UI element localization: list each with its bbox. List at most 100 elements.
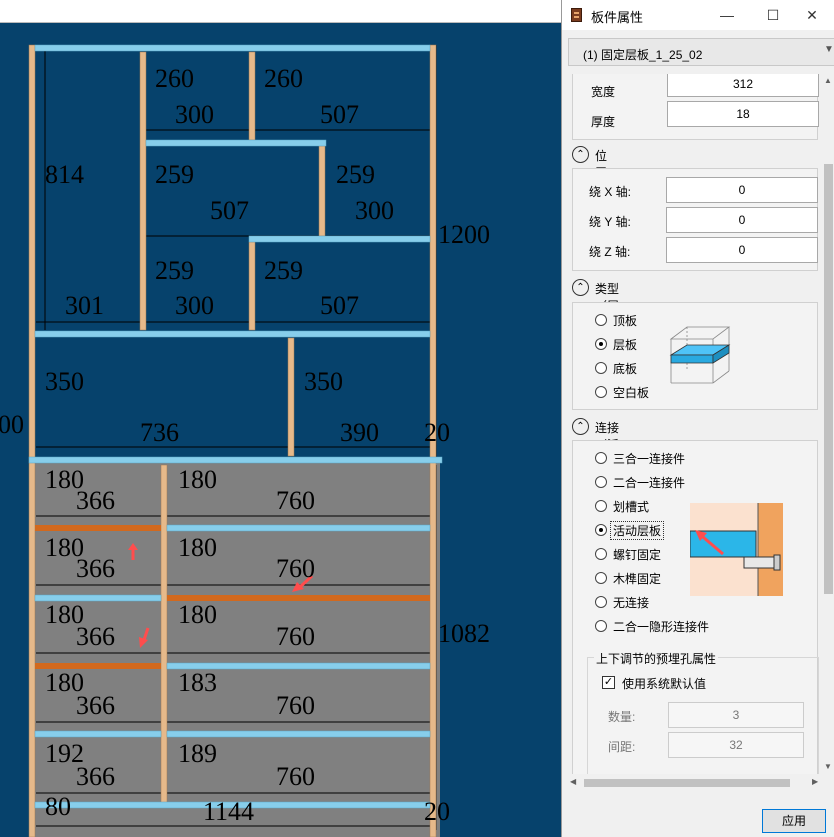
dim-text: 760: [276, 554, 315, 583]
red-arrow-icon: [142, 627, 150, 641]
middle-board[interactable]: [28, 456, 443, 464]
dim-text: 736: [140, 418, 179, 447]
board-selector-value: (1) 固定层板_1_25_02: [583, 48, 703, 62]
dialog-titlebar[interactable]: 板件属性 — ☐ ✕: [562, 0, 834, 30]
dim-text: 366: [76, 691, 115, 720]
vertical-divider[interactable]: [287, 337, 295, 457]
count-label: 数量:: [608, 710, 636, 724]
width-field[interactable]: 312: [667, 74, 819, 97]
dim-text: 260: [264, 64, 303, 93]
board-selector-dropdown[interactable]: (1) 固定层板_1_25_02 ▼: [568, 38, 834, 66]
dim-text: 300: [175, 291, 214, 320]
thickness-label: 厚度: [591, 115, 616, 129]
scroll-thumb[interactable]: [824, 164, 833, 594]
dim-text: 1144: [203, 797, 254, 826]
scroll-right-icon[interactable]: ▶: [812, 777, 818, 786]
red-arrow-icon: [128, 543, 138, 550]
dim-text: 760: [276, 622, 315, 651]
dim-text: 366: [76, 622, 115, 651]
holes-group: 上下调节的预埋孔属性 ✓ 使用系统默认值 数量: 3 间距: 32: [587, 650, 819, 774]
shelf-board[interactable]: [34, 730, 162, 738]
use-default-checkbox[interactable]: ✓: [602, 676, 615, 689]
movable-shelf-board[interactable]: [35, 525, 161, 531]
shelf-type-illustration: [669, 326, 731, 384]
holes-group-title: 上下调节的预埋孔属性: [594, 650, 719, 667]
rotate-z-field[interactable]: 0: [666, 237, 818, 263]
shelf-board[interactable]: [166, 730, 431, 738]
close-button[interactable]: ✕: [789, 0, 834, 30]
dim-text: 390: [340, 418, 379, 447]
dim-text: 760: [276, 486, 315, 515]
dim-text: 180: [178, 533, 217, 562]
shelf-board[interactable]: [34, 330, 431, 338]
radio-circle: [595, 476, 607, 488]
spacing-field[interactable]: 32: [668, 732, 804, 758]
collapse-icon[interactable]: ⌃: [572, 279, 589, 296]
radio-label: 无连接: [613, 596, 650, 610]
radio-circle: [595, 362, 607, 374]
dim-text: 259: [155, 256, 194, 285]
dim-text: 300: [355, 196, 394, 225]
scroll-up-icon[interactable]: ▲: [824, 76, 832, 85]
vertical-divider[interactable]: [318, 145, 326, 237]
dim-text: 20: [424, 797, 450, 826]
red-arrow-icon: [139, 637, 148, 648]
width-label: 宽度: [591, 85, 616, 99]
dim-text: 180: [178, 600, 217, 629]
vertical-divider[interactable]: [248, 51, 256, 141]
scroll-thumb[interactable]: [584, 779, 790, 787]
radio-label: 层板: [613, 338, 638, 352]
scroll-down-icon[interactable]: ▼: [824, 762, 832, 771]
dim-text: 1200: [438, 220, 490, 249]
vertical-divider[interactable]: [248, 241, 256, 331]
type-group: 顶板 层板 底板 空白板: [572, 302, 818, 410]
spacing-label: 间距:: [608, 740, 636, 754]
apply-button[interactable]: 应用: [762, 809, 826, 833]
rotate-z-label: 绕 Z 轴:: [589, 245, 631, 259]
radio-circle: [595, 620, 607, 632]
shelf-board[interactable]: [145, 139, 327, 147]
count-field[interactable]: 3: [668, 702, 804, 728]
shelf-board[interactable]: [166, 524, 431, 532]
dim-text: 189: [178, 739, 217, 768]
radio-label: 顶板: [613, 314, 638, 328]
radio-circle: [595, 596, 607, 608]
collapse-icon[interactable]: ⌃: [572, 418, 589, 435]
properties-scroll-area[interactable]: 宽度 312 厚度 18 ⌃ 位置信息 绕 X 轴: 0 绕 Y 轴: 0 绕 …: [568, 74, 822, 774]
horizontal-scrollbar[interactable]: ◀ ▶: [568, 776, 822, 789]
board-properties-dialog: 板件属性 — ☐ ✕ (1) 固定层板_1_25_02 ▼ 宽度 312 厚度 …: [561, 0, 834, 837]
scroll-left-icon[interactable]: ◀: [570, 777, 576, 786]
dim-text: 366: [76, 486, 115, 515]
radio-label: 空白板: [613, 386, 650, 400]
vertical-divider[interactable]: [160, 464, 168, 804]
collapse-icon[interactable]: ⌃: [572, 146, 589, 163]
rotate-y-field[interactable]: 0: [666, 207, 818, 233]
dim-text: 507: [320, 291, 359, 320]
radio-label: 底板: [613, 362, 638, 376]
minimize-button[interactable]: —: [704, 0, 750, 30]
radio-label: 木榫固定: [613, 572, 662, 586]
shelf-board[interactable]: [248, 235, 431, 243]
rotate-x-field[interactable]: 0: [666, 177, 818, 203]
size-group: 宽度 312 厚度 18: [572, 74, 819, 140]
cabinet-drawing[interactable]: 260 260 300 507 814 259 259 507 300 259 …: [0, 0, 561, 837]
dim-text: 507: [320, 100, 359, 129]
chevron-down-icon: ▼: [824, 44, 834, 55]
dim-text: 350: [304, 367, 343, 396]
left-side-board[interactable]: [28, 44, 36, 837]
vertical-scrollbar[interactable]: ▲ ▼: [822, 74, 834, 774]
dim-text: 1082: [438, 619, 490, 648]
dim-text: 814: [45, 160, 84, 189]
thickness-field[interactable]: 18: [667, 101, 819, 127]
cad-canvas[interactable]: 260 260 300 507 814 259 259 507 300 259 …: [0, 0, 561, 837]
dim-text: 366: [76, 762, 115, 791]
dim-text: 183: [178, 668, 217, 697]
radio-circle: [595, 572, 607, 584]
vertical-divider[interactable]: [139, 51, 147, 331]
use-default-label: 使用系统默认值: [622, 677, 707, 691]
top-board[interactable]: [34, 44, 431, 52]
dim-text: 80: [45, 792, 71, 821]
dim-text: 350: [45, 367, 84, 396]
dim-text: 300: [175, 100, 214, 129]
radio-circle: [595, 314, 607, 326]
